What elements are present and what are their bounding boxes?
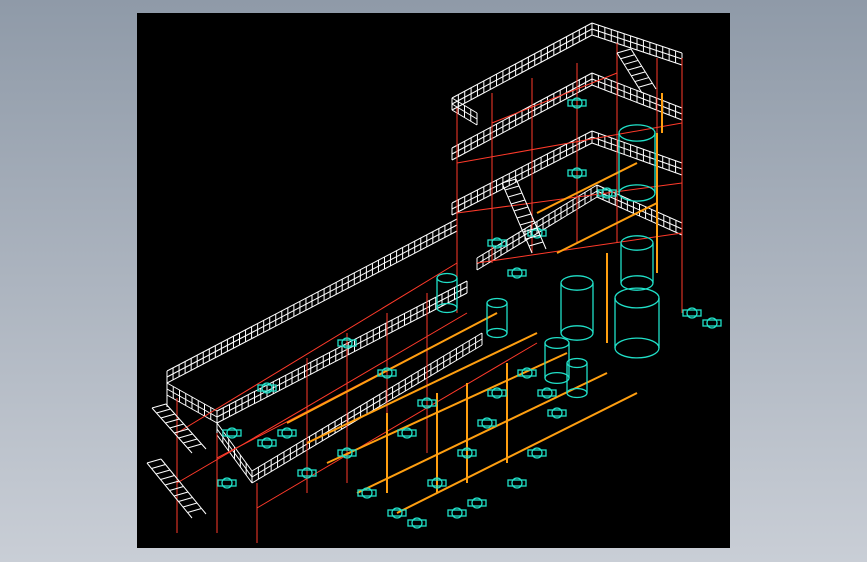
stair-tower-top: [627, 65, 642, 71]
pipe-run: [556, 202, 658, 254]
drum-vessel-1-base: [436, 302, 458, 314]
reactor-vessel-base: [560, 325, 594, 341]
stair-lower: [160, 458, 207, 515]
stair-lower: [182, 502, 198, 508]
stair-upper: [187, 443, 202, 449]
cad-viewport[interactable]: [137, 13, 730, 548]
tower-railing-2b: [591, 72, 683, 121]
valve-icon: [397, 429, 417, 437]
stair-upper: [156, 408, 171, 414]
stair-tower: [507, 192, 523, 198]
stair-lower: [146, 462, 193, 519]
drum-vessel-2: [486, 297, 508, 309]
platform-railing-upper: [166, 218, 458, 384]
column-vessel-mid: [620, 235, 654, 251]
platform-railing-end-top: [166, 382, 218, 424]
column-vessel-top-base: [618, 184, 656, 202]
valve-icon: [537, 389, 557, 397]
stair-lower: [146, 458, 162, 464]
drum-vessel-3: [544, 336, 570, 350]
valve-icon: [467, 499, 487, 507]
stair-upper: [174, 428, 189, 434]
pipe-run: [396, 392, 638, 514]
reactor-vessel: [560, 275, 594, 291]
drum-vessel-4: [566, 357, 588, 369]
steel-beam: [476, 232, 683, 264]
column-vessel-bottom: [614, 287, 660, 309]
steel-beam: [456, 182, 683, 214]
valve-icon: [407, 519, 427, 527]
stair-upper: [182, 438, 198, 444]
valve-icon: [682, 309, 702, 317]
stair-tower-top: [624, 59, 639, 65]
column-vessel-bottom-base: [614, 337, 660, 359]
tower-railing-3: [451, 130, 593, 216]
platform-railing-end-mid: [216, 422, 253, 484]
stair-tower-top: [634, 77, 649, 83]
tower-railing-3b: [591, 130, 683, 176]
steel-beam: [491, 72, 618, 124]
isometric-plant-model: [146, 22, 722, 543]
valve-icon: [277, 429, 297, 437]
stair-upper: [178, 433, 193, 439]
valve-icon: [217, 479, 237, 487]
drum-vessel-1: [436, 272, 458, 284]
stair-tower: [528, 241, 544, 247]
stair-tower: [510, 199, 526, 205]
stair-tower-top: [620, 54, 635, 60]
valve-icon: [527, 449, 547, 457]
drum-vessel-2-base: [486, 327, 508, 339]
stair-lower: [151, 464, 166, 469]
stair-lower: [187, 508, 202, 513]
platform-railing-middle: [216, 280, 468, 424]
stair-tower-top: [638, 82, 653, 88]
stair-tower-top: [631, 71, 646, 77]
stair-tower: [513, 206, 529, 212]
valve-icon: [487, 239, 507, 247]
stair-lower: [173, 491, 189, 497]
stair-lower: [155, 469, 171, 475]
stair-lower: [160, 475, 175, 480]
drum-vessel-3-base: [544, 371, 570, 385]
valve-icon: [257, 439, 277, 447]
valve-icon: [507, 479, 527, 487]
stair-tower: [516, 213, 532, 219]
tower-railing-1: [451, 22, 593, 111]
stair-upper: [160, 413, 176, 419]
valve-icon: [447, 509, 467, 517]
stair-tower: [515, 178, 547, 250]
stair-tower-top: [616, 52, 643, 94]
stair-upper: [151, 403, 167, 409]
steel-beam: [176, 312, 468, 484]
valve-icon: [507, 269, 527, 277]
valve-icon: [477, 419, 497, 427]
valve-icon: [702, 319, 722, 327]
valve-icon: [487, 389, 507, 397]
stair-lower: [178, 497, 193, 502]
stair-tower-top: [616, 48, 632, 54]
valve-icon: [547, 409, 567, 417]
drum-vessel-4-base: [566, 387, 588, 399]
